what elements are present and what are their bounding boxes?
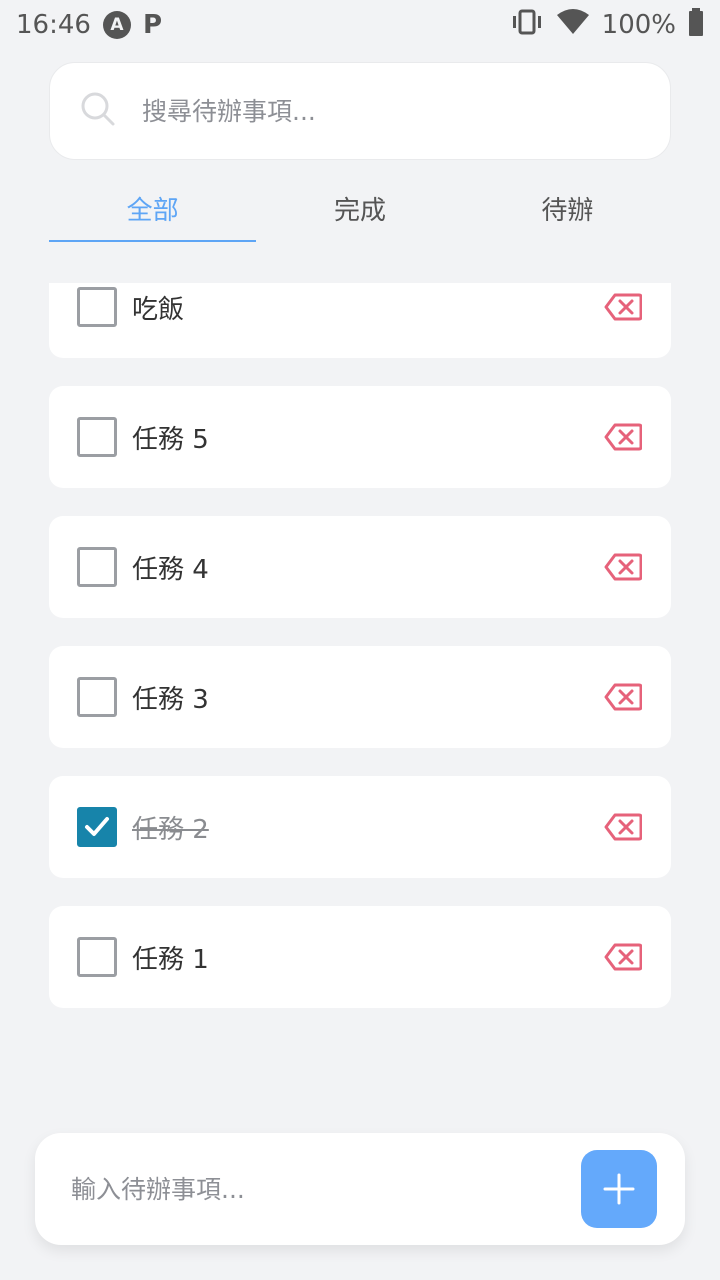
- todo-item: 任務 3: [49, 646, 671, 748]
- screen: 16:46 A P 100% 搜尋待辦事項... 全部 完成 待辦 吃飯 任務 …: [0, 0, 720, 1280]
- tab-all[interactable]: 全部: [49, 180, 257, 242]
- delete-icon[interactable]: [603, 552, 643, 582]
- todo-item: 任務 1: [49, 906, 671, 1008]
- search-input[interactable]: [142, 96, 622, 126]
- add-todo-input[interactable]: [71, 1174, 581, 1204]
- status-right: 100%: [510, 7, 704, 43]
- wifi-icon: [556, 8, 590, 42]
- todo-checkbox[interactable]: [77, 547, 117, 587]
- todo-label: 任務 1: [132, 944, 209, 975]
- todo-list: 吃飯 任務 5 任務 4 任務 3 任務 2 任務 1: [49, 283, 671, 1036]
- todo-item: 吃飯: [49, 283, 671, 358]
- todo-checkbox[interactable]: [77, 417, 117, 457]
- delete-icon[interactable]: [603, 292, 643, 322]
- delete-icon[interactable]: [603, 422, 643, 452]
- todo-label: 吃飯: [132, 294, 185, 325]
- app-a-icon: A: [102, 11, 131, 39]
- todo-checkbox[interactable]: [77, 937, 117, 977]
- todo-checkbox[interactable]: [77, 677, 117, 717]
- todo-item: 任務 5: [49, 386, 671, 488]
- status-left: 16:46 A P: [16, 10, 162, 40]
- todo-checkbox-checked[interactable]: [77, 807, 117, 847]
- delete-icon[interactable]: [603, 682, 643, 712]
- checkmark-icon: [85, 817, 109, 836]
- search-bar: [49, 62, 671, 160]
- todo-label: 任務 5: [132, 424, 209, 455]
- battery-icon: [688, 7, 704, 43]
- vibrate-icon: [510, 9, 544, 42]
- plus-icon: [603, 1173, 635, 1205]
- add-todo-bar: [35, 1133, 685, 1245]
- delete-icon[interactable]: [603, 812, 643, 842]
- tab-completed[interactable]: 完成: [256, 180, 463, 242]
- todo-list-viewport[interactable]: 吃飯 任務 5 任務 4 任務 3 任務 2 任務 1: [0, 283, 720, 1043]
- todo-label: 任務 3: [132, 684, 209, 715]
- todo-label: 任務 2: [132, 814, 209, 845]
- filter-tabs: 全部 完成 待辦: [49, 180, 671, 242]
- add-button[interactable]: [581, 1150, 657, 1228]
- delete-icon[interactable]: [603, 942, 643, 972]
- status-bar: 16:46 A P 100%: [0, 0, 720, 50]
- todo-checkbox[interactable]: [77, 287, 117, 327]
- todo-item: 任務 2: [49, 776, 671, 878]
- status-time: 16:46: [16, 10, 91, 40]
- app-p-icon: P: [142, 10, 162, 40]
- tab-pending[interactable]: 待辦: [464, 180, 671, 242]
- search-icon: [80, 91, 116, 131]
- battery-percent: 100%: [601, 10, 676, 40]
- todo-item: 任務 4: [49, 516, 671, 618]
- todo-label: 任務 4: [132, 554, 209, 585]
